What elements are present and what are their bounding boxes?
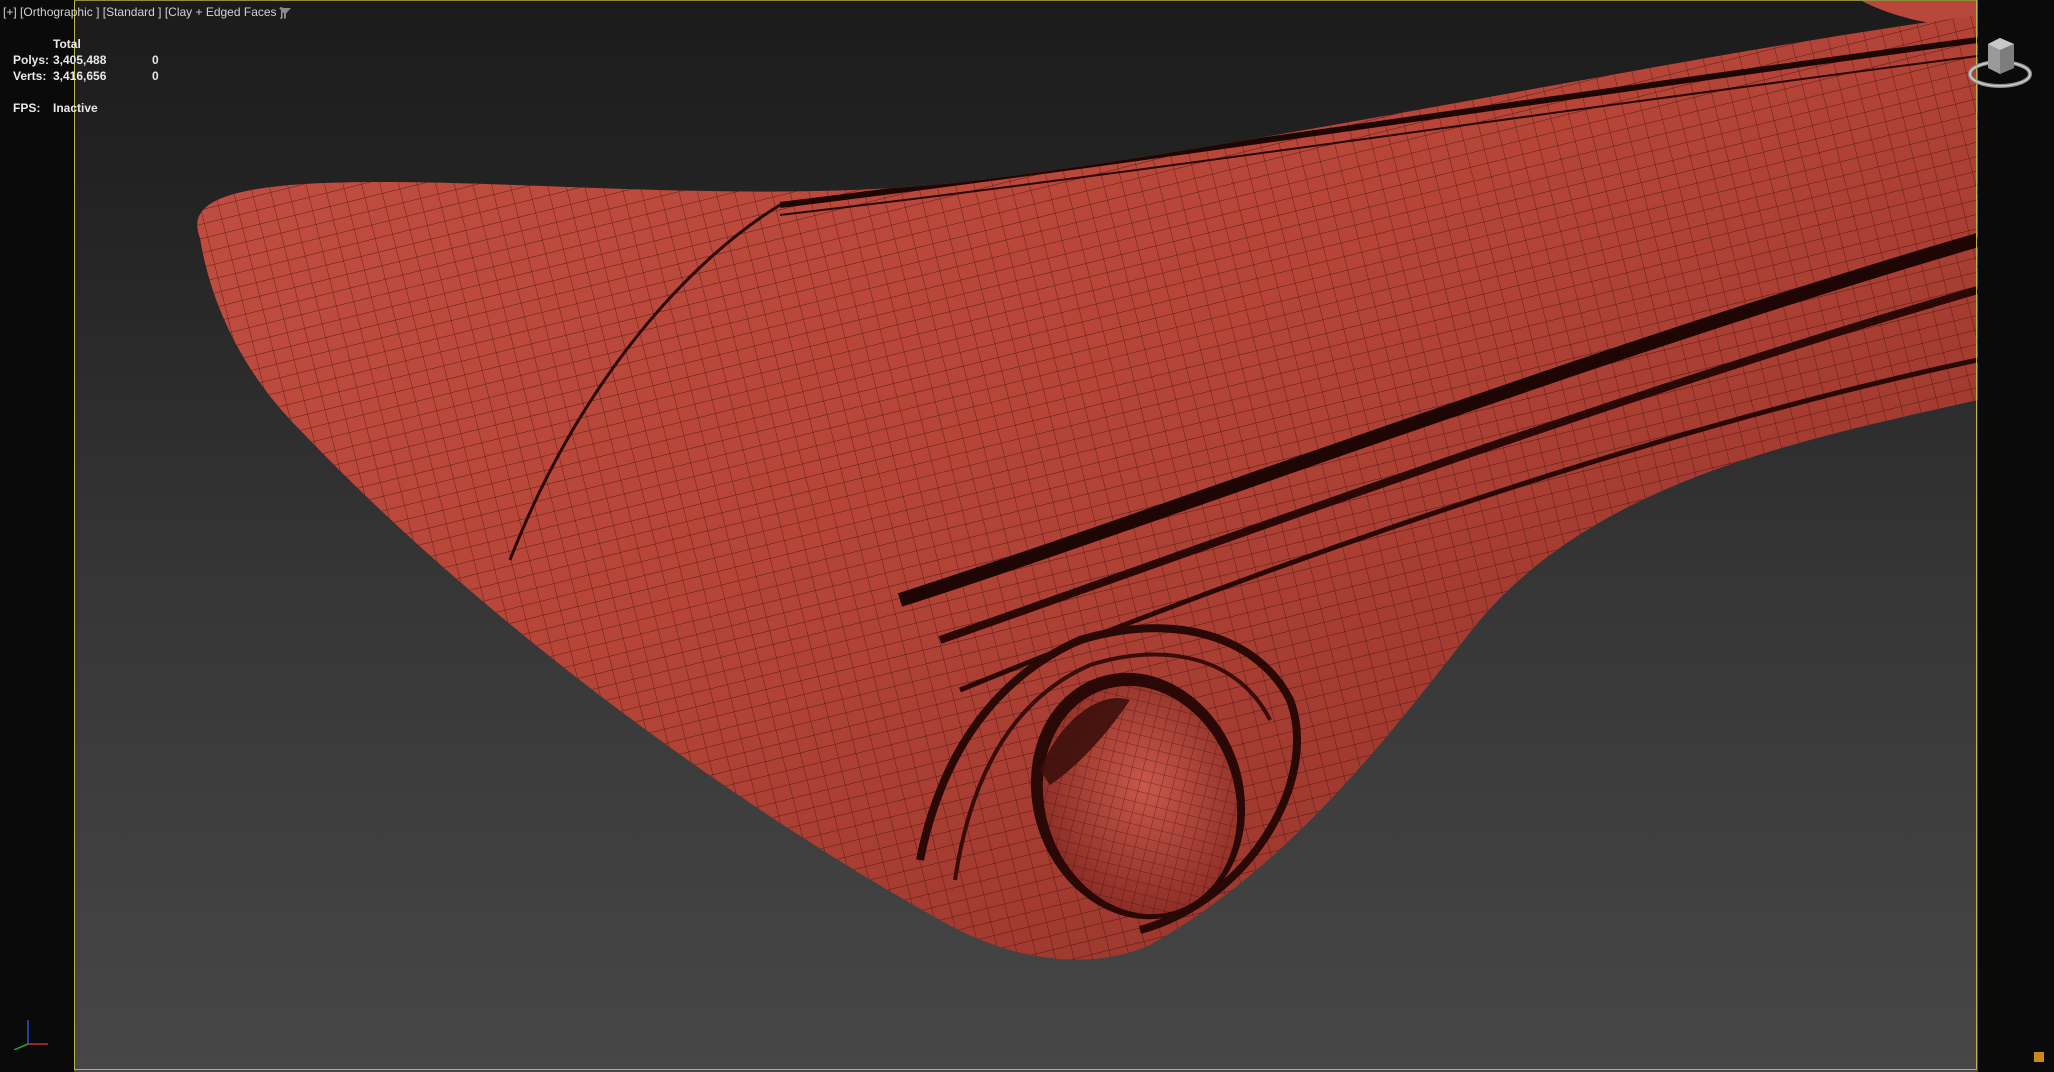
stats-polys-label: Polys: <box>13 53 50 67</box>
stats-verts-label: Verts: <box>13 69 47 83</box>
stats-fps-label: FPS: <box>13 101 41 115</box>
viewcube-icon[interactable] <box>1962 30 2038 92</box>
stats-polys-selected: 0 <box>152 53 159 67</box>
viewport-right-panel <box>1978 0 2054 1072</box>
stats-polys-total: 3,405,488 <box>53 53 107 67</box>
model-render[interactable] <box>0 0 2054 1072</box>
stats-verts-total: 3,416,656 <box>53 69 107 83</box>
stats-total-header: Total <box>53 37 81 51</box>
filter-icon[interactable] <box>278 6 292 20</box>
viewport-label-menu[interactable]: [+] [Orthographic ] [Standard ] [Clay + … <box>3 5 283 19</box>
viewport-shading-menu[interactable]: [Standard ] <box>103 5 162 19</box>
stats-fps-value: Inactive <box>53 101 98 115</box>
viewport[interactable]: [+] [Orthographic ] [Standard ] [Clay + … <box>0 0 2054 1072</box>
stats-verts-selected: 0 <box>152 69 159 83</box>
corner-icon[interactable] <box>2034 1052 2044 1062</box>
viewport-left-panel <box>0 0 74 1072</box>
viewport-view-menu[interactable]: [Orthographic ] <box>20 5 99 19</box>
axis-tripod-icon <box>13 1020 48 1050</box>
viewport-style-menu[interactable]: [Clay + Edged Faces ] <box>165 5 283 19</box>
viewport-plus-menu[interactable]: [+] <box>3 5 17 19</box>
